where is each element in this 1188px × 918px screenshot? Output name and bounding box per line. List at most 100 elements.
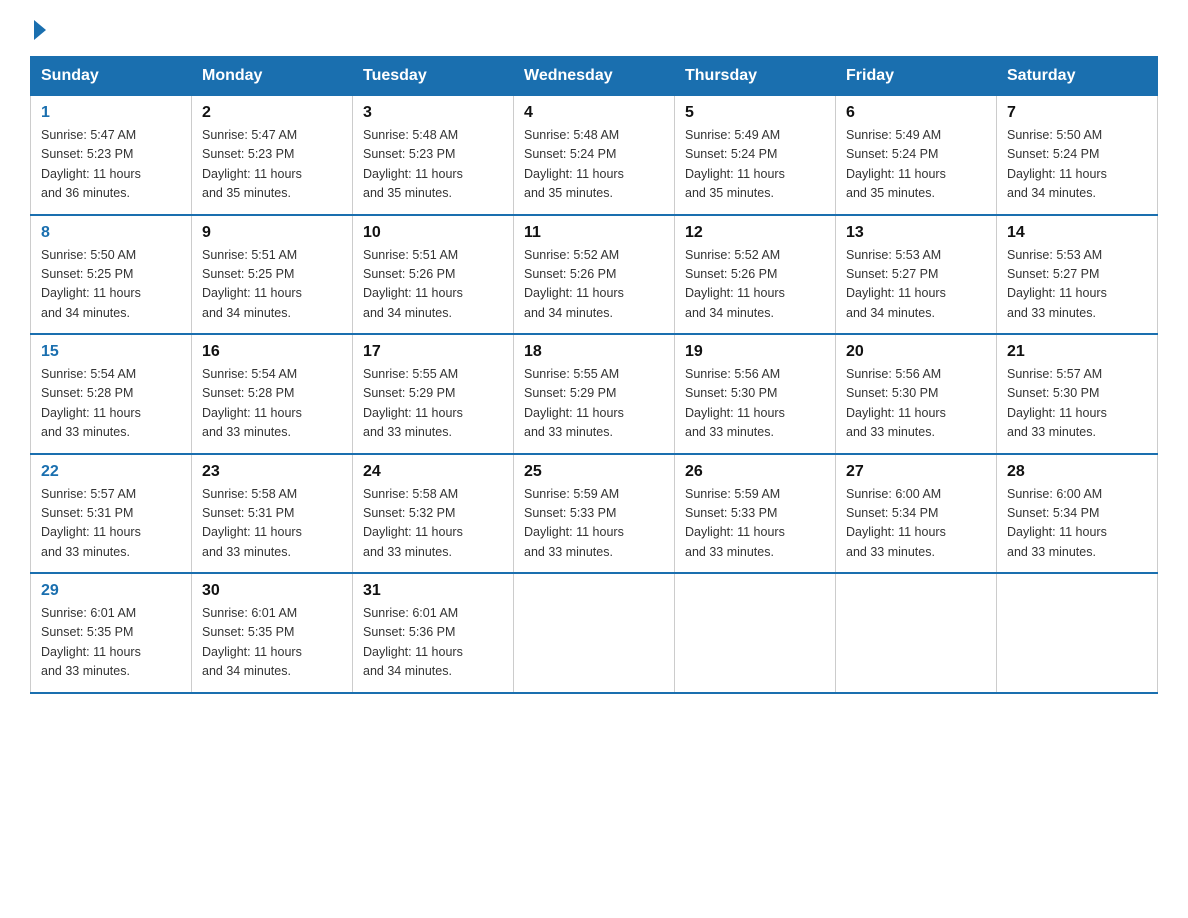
- calendar-day-cell: 14 Sunrise: 5:53 AMSunset: 5:27 PMDayligh…: [997, 215, 1158, 335]
- day-sun-info: Sunrise: 5:50 AMSunset: 5:24 PMDaylight:…: [1007, 126, 1149, 204]
- page-header: [30, 20, 1158, 38]
- calendar-day-cell: 19 Sunrise: 5:56 AMSunset: 5:30 PMDayligh…: [675, 334, 836, 454]
- day-sun-info: Sunrise: 5:55 AMSunset: 5:29 PMDaylight:…: [524, 365, 666, 443]
- day-number: 10: [363, 224, 505, 242]
- day-sun-info: Sunrise: 5:51 AMSunset: 5:25 PMDaylight:…: [202, 246, 344, 324]
- calendar-day-cell: 23 Sunrise: 5:58 AMSunset: 5:31 PMDayligh…: [192, 454, 353, 574]
- calendar-week-row: 8Sunrise: 5:50 AMSunset: 5:25 PMDaylight…: [31, 215, 1158, 335]
- day-sun-info: Sunrise: 5:54 AMSunset: 5:28 PMDaylight:…: [202, 365, 344, 443]
- day-number: 7: [1007, 104, 1149, 122]
- calendar-day-cell: 20 Sunrise: 5:56 AMSunset: 5:30 PMDayligh…: [836, 334, 997, 454]
- calendar-day-cell: 6 Sunrise: 5:49 AMSunset: 5:24 PMDaylight…: [836, 96, 997, 215]
- day-sun-info: Sunrise: 5:58 AMSunset: 5:32 PMDaylight:…: [363, 485, 505, 563]
- day-number: 11: [524, 224, 666, 242]
- day-sun-info: Sunrise: 6:00 AMSunset: 5:34 PMDaylight:…: [846, 485, 988, 563]
- calendar-day-cell: 4 Sunrise: 5:48 AMSunset: 5:24 PMDaylight…: [514, 96, 675, 215]
- day-sun-info: Sunrise: 6:01 AMSunset: 5:36 PMDaylight:…: [363, 604, 505, 682]
- day-sun-info: Sunrise: 5:48 AMSunset: 5:23 PMDaylight:…: [363, 126, 505, 204]
- day-number: 17: [363, 343, 505, 361]
- calendar-day-cell: [514, 573, 675, 693]
- calendar-day-cell: 16 Sunrise: 5:54 AMSunset: 5:28 PMDayligh…: [192, 334, 353, 454]
- calendar-day-cell: 9 Sunrise: 5:51 AMSunset: 5:25 PMDaylight…: [192, 215, 353, 335]
- calendar-day-cell: 3Sunrise: 5:48 AMSunset: 5:23 PMDaylight…: [353, 96, 514, 215]
- day-sun-info: Sunrise: 6:01 AMSunset: 5:35 PMDaylight:…: [202, 604, 344, 682]
- day-number: 19: [685, 343, 827, 361]
- day-sun-info: Sunrise: 5:52 AMSunset: 5:26 PMDaylight:…: [524, 246, 666, 324]
- weekday-header-tuesday: Tuesday: [353, 57, 514, 96]
- day-number: 6: [846, 104, 988, 122]
- day-number: 22: [41, 463, 183, 481]
- day-sun-info: Sunrise: 5:58 AMSunset: 5:31 PMDaylight:…: [202, 485, 344, 563]
- day-sun-info: Sunrise: 5:51 AMSunset: 5:26 PMDaylight:…: [363, 246, 505, 324]
- weekday-header-saturday: Saturday: [997, 57, 1158, 96]
- day-sun-info: Sunrise: 6:01 AMSunset: 5:35 PMDaylight:…: [41, 604, 183, 682]
- day-number: 23: [202, 463, 344, 481]
- day-sun-info: Sunrise: 5:56 AMSunset: 5:30 PMDaylight:…: [846, 365, 988, 443]
- logo-arrow-icon: [34, 20, 46, 40]
- day-sun-info: Sunrise: 5:47 AMSunset: 5:23 PMDaylight:…: [202, 126, 344, 204]
- calendar-day-cell: 11 Sunrise: 5:52 AMSunset: 5:26 PMDayligh…: [514, 215, 675, 335]
- calendar-day-cell: 22 Sunrise: 5:57 AMSunset: 5:31 PMDayligh…: [31, 454, 192, 574]
- calendar-day-cell: 25 Sunrise: 5:59 AMSunset: 5:33 PMDayligh…: [514, 454, 675, 574]
- day-number: 18: [524, 343, 666, 361]
- day-number: 2: [202, 104, 344, 122]
- day-sun-info: Sunrise: 5:53 AMSunset: 5:27 PMDaylight:…: [846, 246, 988, 324]
- day-sun-info: Sunrise: 5:57 AMSunset: 5:31 PMDaylight:…: [41, 485, 183, 563]
- day-sun-info: Sunrise: 5:49 AMSunset: 5:24 PMDaylight:…: [846, 126, 988, 204]
- day-number: 21: [1007, 343, 1149, 361]
- day-number: 12: [685, 224, 827, 242]
- calendar-day-cell: 29 Sunrise: 6:01 AMSunset: 5:35 PMDayligh…: [31, 573, 192, 693]
- weekday-header-row: SundayMondayTuesdayWednesdayThursdayFrid…: [31, 57, 1158, 96]
- calendar-day-cell: 18 Sunrise: 5:55 AMSunset: 5:29 PMDayligh…: [514, 334, 675, 454]
- logo: [30, 20, 46, 38]
- day-number: 30: [202, 582, 344, 600]
- day-sun-info: Sunrise: 6:00 AMSunset: 5:34 PMDaylight:…: [1007, 485, 1149, 563]
- day-number: 20: [846, 343, 988, 361]
- logo-blue-part: [30, 20, 46, 38]
- calendar-day-cell: 17Sunrise: 5:55 AMSunset: 5:29 PMDayligh…: [353, 334, 514, 454]
- weekday-header-thursday: Thursday: [675, 57, 836, 96]
- calendar-day-cell: 21 Sunrise: 5:57 AMSunset: 5:30 PMDayligh…: [997, 334, 1158, 454]
- calendar-week-row: 29 Sunrise: 6:01 AMSunset: 5:35 PMDayligh…: [31, 573, 1158, 693]
- calendar-week-row: 15 Sunrise: 5:54 AMSunset: 5:28 PMDayligh…: [31, 334, 1158, 454]
- calendar-day-cell: 28 Sunrise: 6:00 AMSunset: 5:34 PMDayligh…: [997, 454, 1158, 574]
- calendar-day-cell: [675, 573, 836, 693]
- calendar-week-row: 22 Sunrise: 5:57 AMSunset: 5:31 PMDayligh…: [31, 454, 1158, 574]
- day-number: 15: [41, 343, 183, 361]
- day-number: 29: [41, 582, 183, 600]
- calendar-day-cell: 15 Sunrise: 5:54 AMSunset: 5:28 PMDayligh…: [31, 334, 192, 454]
- day-number: 14: [1007, 224, 1149, 242]
- day-number: 28: [1007, 463, 1149, 481]
- weekday-header-wednesday: Wednesday: [514, 57, 675, 96]
- day-sun-info: Sunrise: 5:52 AMSunset: 5:26 PMDaylight:…: [685, 246, 827, 324]
- day-number: 13: [846, 224, 988, 242]
- calendar-day-cell: 30 Sunrise: 6:01 AMSunset: 5:35 PMDayligh…: [192, 573, 353, 693]
- weekday-header-sunday: Sunday: [31, 57, 192, 96]
- day-number: 27: [846, 463, 988, 481]
- day-sun-info: Sunrise: 5:59 AMSunset: 5:33 PMDaylight:…: [524, 485, 666, 563]
- day-number: 16: [202, 343, 344, 361]
- calendar-day-cell: 1Sunrise: 5:47 AMSunset: 5:23 PMDaylight…: [31, 96, 192, 215]
- calendar-day-cell: 12 Sunrise: 5:52 AMSunset: 5:26 PMDayligh…: [675, 215, 836, 335]
- day-sun-info: Sunrise: 5:53 AMSunset: 5:27 PMDaylight:…: [1007, 246, 1149, 324]
- day-number: 25: [524, 463, 666, 481]
- day-number: 4: [524, 104, 666, 122]
- logo-text: [30, 20, 46, 38]
- weekday-header-monday: Monday: [192, 57, 353, 96]
- day-sun-info: Sunrise: 5:49 AMSunset: 5:24 PMDaylight:…: [685, 126, 827, 204]
- calendar-day-cell: 8Sunrise: 5:50 AMSunset: 5:25 PMDaylight…: [31, 215, 192, 335]
- day-number: 9: [202, 224, 344, 242]
- day-sun-info: Sunrise: 5:56 AMSunset: 5:30 PMDaylight:…: [685, 365, 827, 443]
- calendar-day-cell: 10 Sunrise: 5:51 AMSunset: 5:26 PMDayligh…: [353, 215, 514, 335]
- calendar-day-cell: 27 Sunrise: 6:00 AMSunset: 5:34 PMDayligh…: [836, 454, 997, 574]
- calendar-day-cell: 31Sunrise: 6:01 AMSunset: 5:36 PMDayligh…: [353, 573, 514, 693]
- day-sun-info: Sunrise: 5:48 AMSunset: 5:24 PMDaylight:…: [524, 126, 666, 204]
- day-number: 5: [685, 104, 827, 122]
- calendar-table: SundayMondayTuesdayWednesdayThursdayFrid…: [30, 56, 1158, 694]
- calendar-day-cell: 24 Sunrise: 5:58 AMSunset: 5:32 PMDayligh…: [353, 454, 514, 574]
- calendar-day-cell: 2 Sunrise: 5:47 AMSunset: 5:23 PMDaylight…: [192, 96, 353, 215]
- day-sun-info: Sunrise: 5:54 AMSunset: 5:28 PMDaylight:…: [41, 365, 183, 443]
- day-number: 24: [363, 463, 505, 481]
- day-sun-info: Sunrise: 5:57 AMSunset: 5:30 PMDaylight:…: [1007, 365, 1149, 443]
- calendar-day-cell: 13 Sunrise: 5:53 AMSunset: 5:27 PMDayligh…: [836, 215, 997, 335]
